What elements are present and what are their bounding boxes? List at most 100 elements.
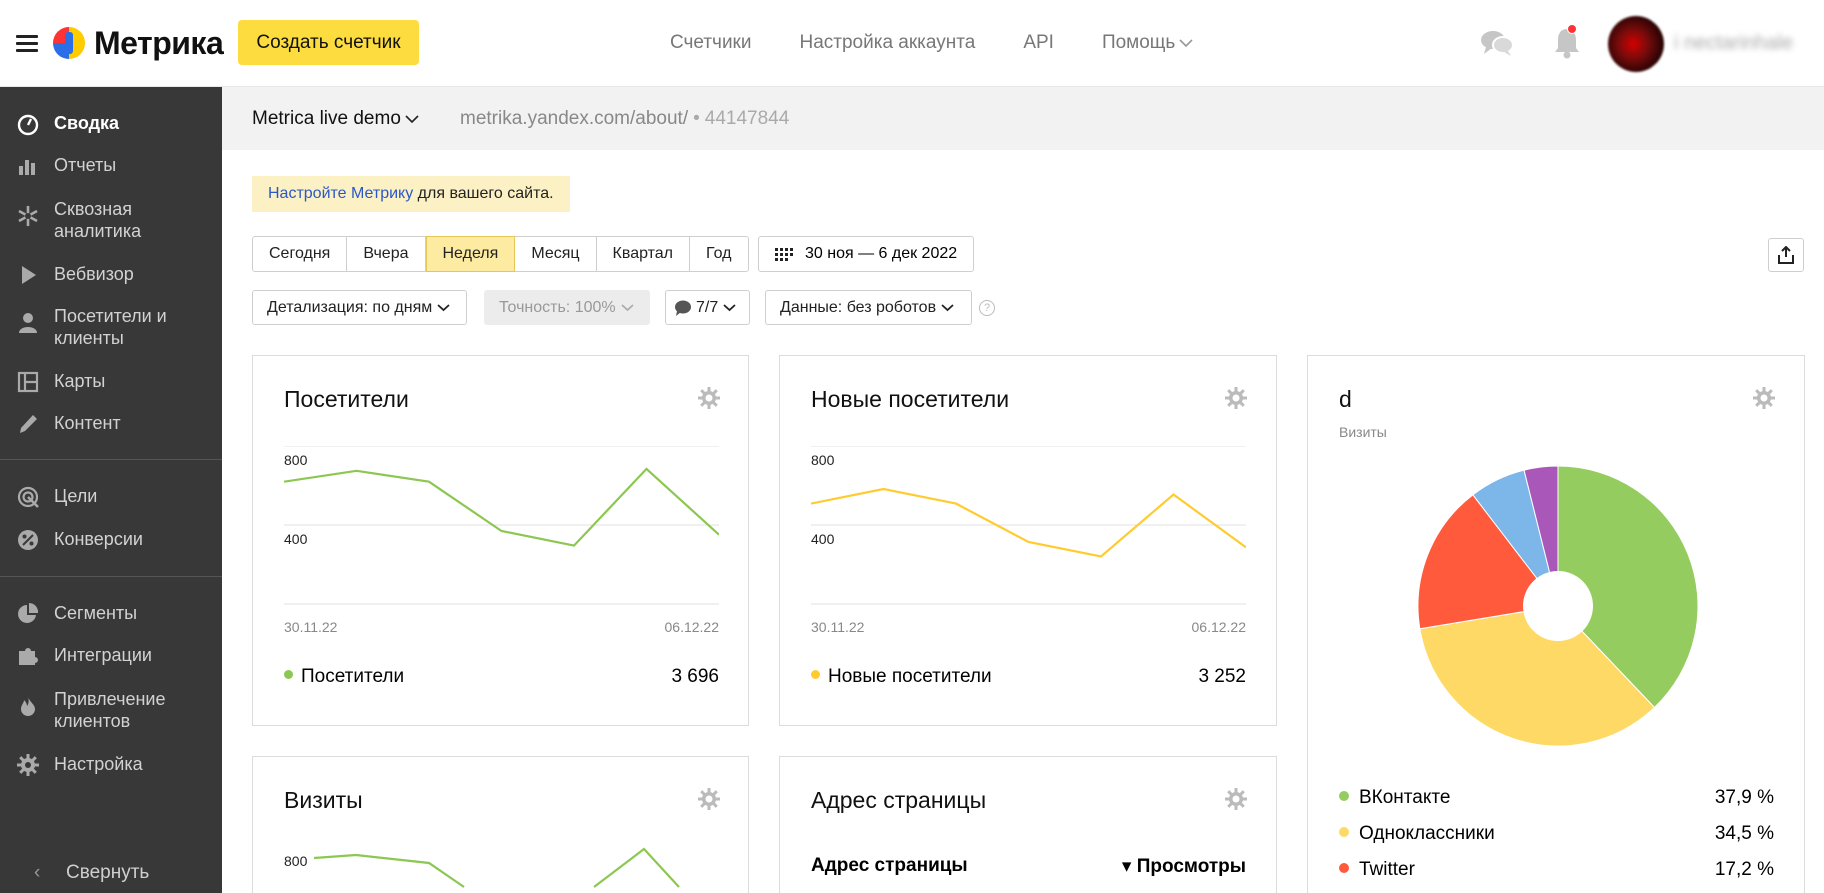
nav-account-settings[interactable]: Настройка аккаунта (799, 32, 975, 54)
widget-sources-pie: d Визиты ВКонтакте 37,9 % Одноклассники … (1307, 355, 1805, 893)
nav-counters[interactable]: Счетчики (670, 32, 751, 54)
setup-metrica-link[interactable]: Настройте Метрику (268, 185, 413, 202)
gear-icon[interactable] (697, 787, 721, 811)
widget-visits: Визиты 800 (252, 756, 749, 893)
chevron-down-icon (941, 304, 954, 312)
comments-dropdown[interactable]: 7/7 (665, 290, 750, 325)
legend-dot (1339, 790, 1349, 801)
y-tick-label: 800 (811, 452, 835, 468)
calendar-icon (775, 248, 793, 261)
sidebar-item-label: Отчеты (54, 155, 117, 175)
widget-title[interactable]: d (1339, 386, 1352, 413)
legend-value: 34,5 % (1714, 823, 1774, 844)
widget-title[interactable]: Адрес страницы (811, 787, 986, 814)
legend-dot (811, 670, 820, 680)
collapse-label: Свернуть (66, 862, 150, 883)
counter-name: Metrica live demo (252, 108, 401, 129)
x-tick-label: 06.12.22 (1192, 619, 1247, 635)
data-filter-label: Данные: без роботов (780, 299, 937, 316)
gear-icon[interactable] (1224, 787, 1248, 811)
menu-icon[interactable] (16, 35, 38, 53)
sidebar-item-label: Сквозная аналитика (54, 199, 142, 241)
sidebar-item-label: Карты (54, 371, 106, 391)
legend-label: Twitter (1359, 859, 1415, 880)
column-header-address[interactable]: Адрес страницы (811, 855, 968, 878)
widget-page-address: Адрес страницы Адрес страницы ▾ Просмотр… (779, 756, 1277, 893)
comment-icon (675, 300, 691, 316)
counter-selector[interactable]: Metrica live demo (252, 108, 419, 130)
table-header: Адрес страницы ▾ Просмотры (811, 855, 1246, 878)
date-range-label: 30 ноя — 6 дек 2022 (805, 245, 958, 262)
flame-icon (21, 696, 35, 716)
percent-icon (18, 530, 38, 550)
gear-icon[interactable] (697, 386, 721, 410)
export-button[interactable] (1768, 238, 1804, 272)
pie-hole (1523, 571, 1593, 641)
create-counter-button[interactable]: Создать счетчик (238, 20, 419, 65)
pie-legend-row[interactable]: Twitter 17,2 % (1339, 859, 1774, 881)
map-icon (17, 371, 39, 393)
period-selector: Сегодня Вчера Неделя Месяц Квартал Год (252, 236, 749, 272)
pie-legend-row[interactable]: ВКонтакте 37,9 % (1339, 787, 1774, 809)
widget-subtitle: Визиты (1339, 424, 1387, 440)
gear-icon[interactable] (1752, 386, 1776, 410)
pie-legend-row[interactable]: Одноклассники 34,5 % (1339, 823, 1774, 845)
help-icon[interactable]: ? (979, 300, 995, 316)
chevron-down-icon (405, 115, 419, 124)
period-today[interactable]: Сегодня (253, 237, 348, 271)
series-line (284, 467, 719, 547)
widget-title[interactable]: Посетители (284, 386, 409, 413)
widget-new-visitors: Новые посетители 800 400 30.11.22 06.12.… (779, 355, 1277, 726)
counter-id: 44147844 (704, 108, 790, 129)
period-year[interactable]: Год (690, 237, 747, 271)
accuracy-dropdown: Точность: 100% (484, 290, 650, 325)
y-tick-label: 400 (811, 531, 835, 547)
x-tick-label: 30.11.22 (811, 619, 865, 635)
detail-dropdown[interactable]: Детализация: по дням (252, 290, 467, 325)
chat-icon[interactable] (1480, 28, 1514, 58)
y-tick-label: 400 (284, 531, 308, 547)
detail-label: Детализация: по дням (267, 299, 433, 316)
nav-api[interactable]: API (1023, 32, 1054, 54)
counter-url[interactable]: metrika.yandex.com/about/ (460, 108, 688, 129)
gear-icon[interactable] (1224, 386, 1248, 410)
top-header: Метрика Создать счетчик Счетчики Настрой… (0, 0, 1824, 87)
legend-label: Новые посетители (828, 666, 992, 687)
sidebar-item-label: Посетители и клиенты (54, 306, 167, 348)
y-tick-label: 800 (284, 853, 308, 869)
period-month[interactable]: Месяц (515, 237, 597, 271)
sidebar-item-label: Сегменты (54, 603, 138, 623)
sidebar-item-label: Сводка (54, 113, 120, 133)
data-filter-dropdown[interactable]: Данные: без роботов (765, 290, 972, 325)
date-range-picker[interactable]: 30 ноя — 6 дек 2022 (758, 236, 975, 272)
period-week[interactable]: Неделя (425, 236, 516, 272)
avatar[interactable] (1608, 16, 1664, 72)
sidebar-item-label: Интеграции (54, 645, 152, 665)
collapse-sidebar-button[interactable]: ‹ Свернуть (0, 862, 222, 884)
legend-value: 17,2 % (1714, 859, 1774, 880)
share-icon (1778, 246, 1794, 264)
period-quarter[interactable]: Квартал (597, 237, 691, 271)
column-header-views[interactable]: ▾ Просмотры (1122, 855, 1246, 878)
series-line (593, 847, 680, 888)
sources-pie-chart (1417, 465, 1699, 747)
legend-item[interactable]: Новые посетители (811, 666, 992, 688)
legend-item[interactable]: Посетители (284, 666, 404, 688)
series-line (313, 853, 465, 888)
period-yesterday[interactable]: Вчера (347, 237, 426, 271)
username[interactable]: i nectarinhale (1674, 32, 1793, 55)
logo[interactable]: Метрика (52, 25, 224, 61)
chevron-down-icon (1179, 39, 1193, 48)
nav-help-label: Помощь (1101, 32, 1176, 53)
pie-legend-item: Одноклассники (1339, 823, 1495, 845)
setup-notice: Настройте Метрику для вашего сайта. (252, 176, 570, 212)
new-visitors-line-chart: 800 400 30.11.22 06.12.22 (811, 446, 1247, 635)
widget-title[interactable]: Новые посетители (811, 386, 1009, 413)
legend-dot (1339, 826, 1349, 837)
separator-dot: • (693, 108, 700, 129)
nav-help[interactable]: Помощь (1102, 32, 1193, 54)
target-icon (17, 486, 39, 508)
x-tick-label: 30.11.22 (284, 619, 338, 635)
widget-title[interactable]: Визиты (284, 787, 363, 814)
dashboard-icon (17, 114, 39, 136)
